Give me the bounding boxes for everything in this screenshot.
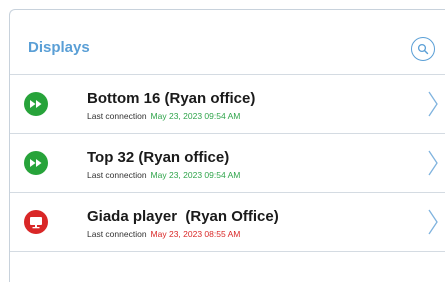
last-connection-time: May 23, 2023 09:54 AM (150, 111, 241, 121)
play-forward-icon (30, 159, 42, 167)
displays-panel: Displays Bottom 16 (Ryan office) Last co… (9, 9, 445, 282)
online-status-icon (24, 92, 48, 116)
search-button[interactable] (411, 37, 435, 61)
last-connection-time: May 23, 2023 09:54 AM (150, 170, 241, 180)
play-forward-icon (30, 100, 42, 108)
last-connection-label: Last connection (87, 170, 147, 180)
last-connection-line: Last connection May 23, 2023 08:55 AM (87, 229, 240, 239)
last-connection-line: Last connection May 23, 2023 09:54 AM (87, 170, 240, 180)
offline-status-icon (24, 210, 48, 234)
search-icon (417, 43, 429, 55)
online-status-icon (24, 151, 48, 175)
page-title: Displays (28, 39, 90, 56)
device-name: Giada player (Ryan Office) (87, 208, 279, 225)
last-connection-line: Last connection May 23, 2023 09:54 AM (87, 111, 240, 121)
panel-header: Displays (10, 10, 445, 75)
device-name: Bottom 16 (Ryan office) (87, 90, 256, 107)
device-name: Top 32 (Ryan office) (87, 149, 230, 166)
chevron-right-icon[interactable] (427, 209, 439, 235)
last-connection-label: Last connection (87, 229, 147, 239)
chevron-right-icon[interactable] (427, 150, 439, 176)
device-row-bottom-16[interactable]: Bottom 16 (Ryan office) Last connection M… (10, 75, 445, 134)
last-connection-label: Last connection (87, 111, 147, 121)
last-connection-time: May 23, 2023 08:55 AM (150, 229, 241, 239)
device-row-giada-player[interactable]: Giada player (Ryan Office) Last connecti… (10, 193, 445, 252)
device-row-top-32[interactable]: Top 32 (Ryan office) Last connection May … (10, 134, 445, 193)
chevron-right-icon[interactable] (427, 91, 439, 117)
monitor-icon (30, 216, 42, 228)
